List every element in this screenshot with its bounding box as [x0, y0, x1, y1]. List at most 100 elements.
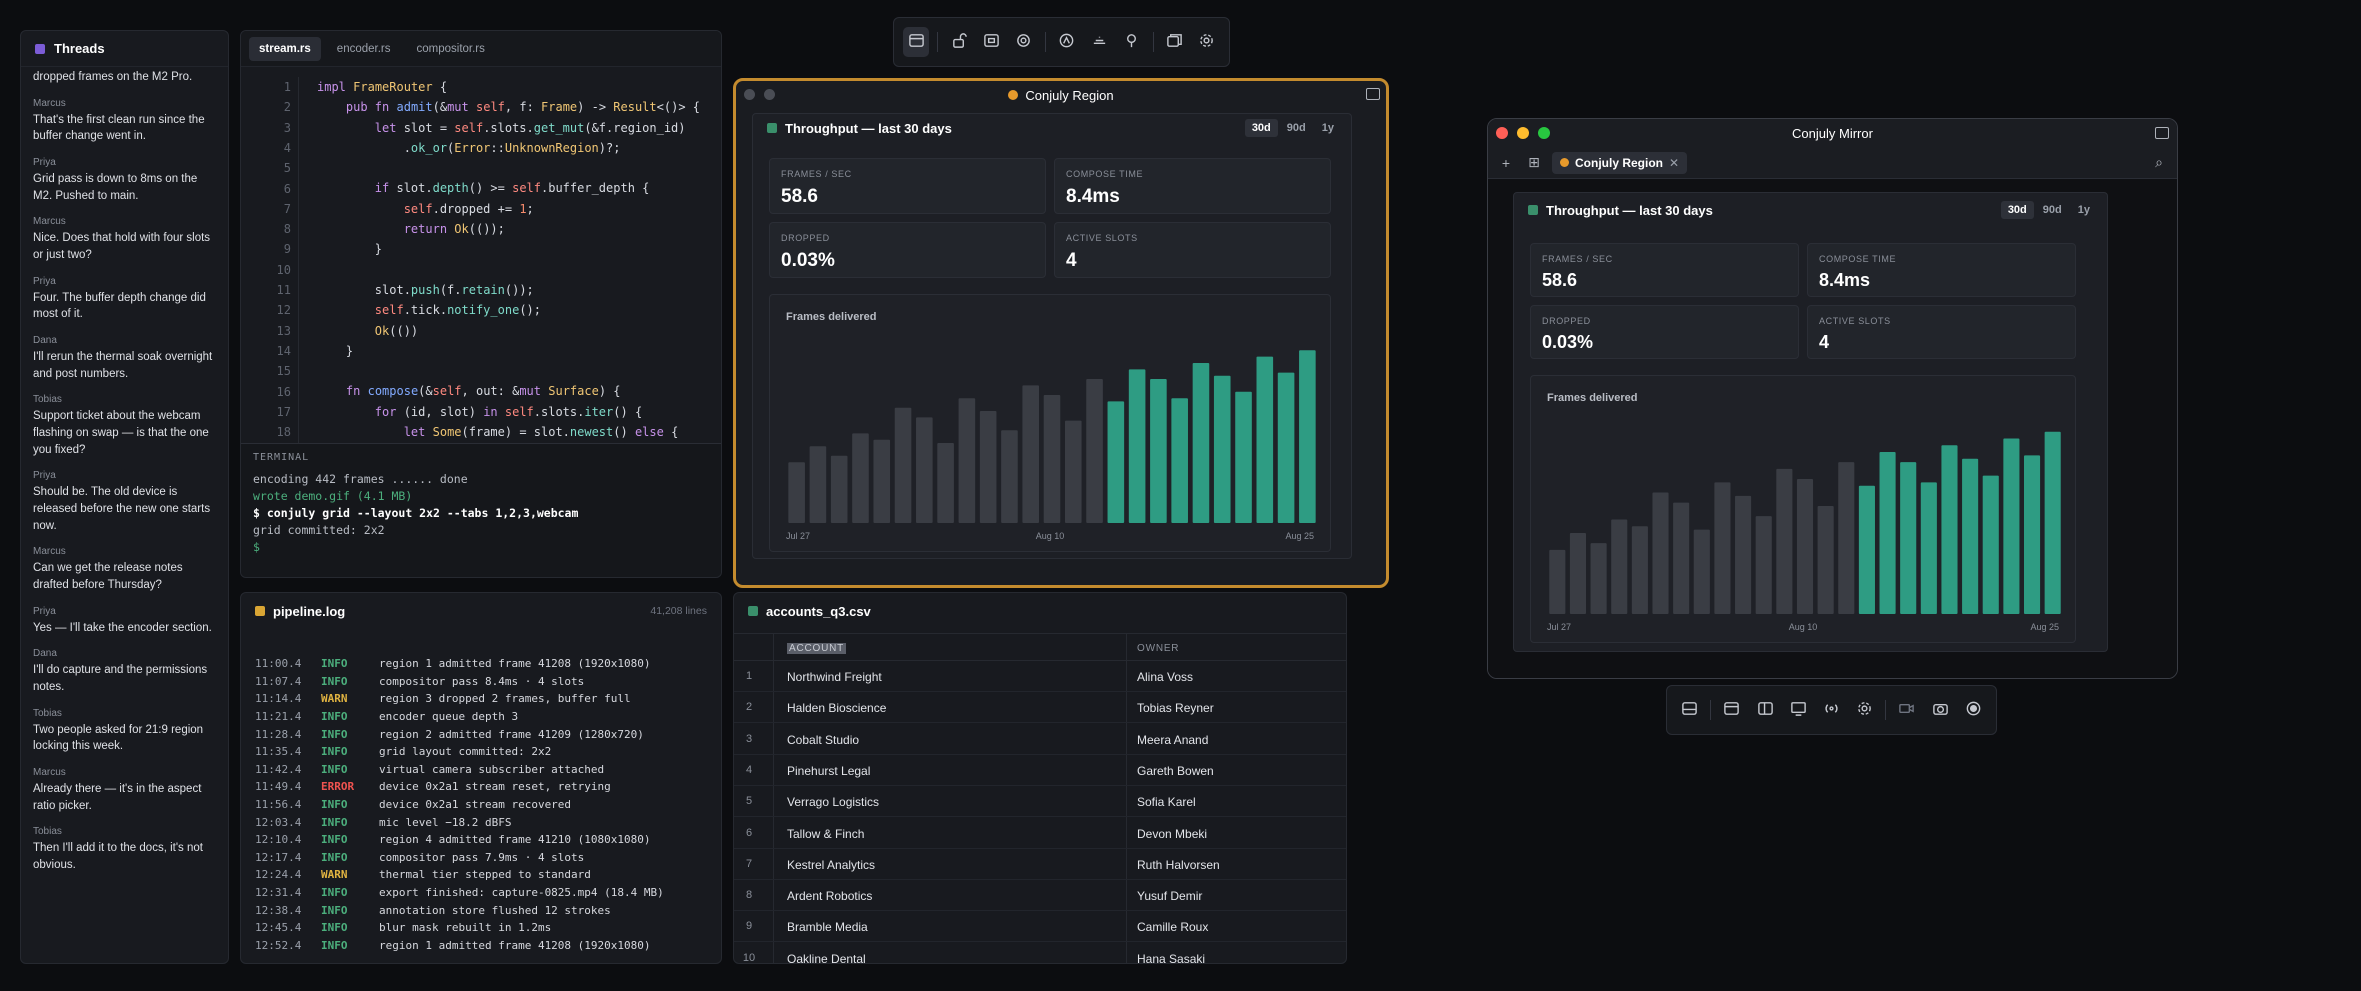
- terminal-prompt[interactable]: $: [253, 539, 709, 556]
- table-row[interactable]: 1 Northwind Freight Alina Voss: [734, 661, 1346, 692]
- log-line[interactable]: 12:52.4 INFO region 1 admitted frame 41208…: [241, 937, 721, 955]
- table-row[interactable]: 2 Halden Bioscience Tobias Reyner: [734, 692, 1346, 724]
- window-button[interactable]: [1675, 695, 1704, 725]
- log-line[interactable]: 12:10.4 INFO region 4 admitted frame 41210…: [241, 831, 721, 849]
- touch-button[interactable]: [1011, 27, 1037, 57]
- close-button[interactable]: [1496, 127, 1508, 139]
- chart-bar[interactable]: [1838, 462, 1855, 614]
- unlock-button[interactable]: [946, 27, 972, 57]
- thread-message[interactable]: Priya Yes — I'll take the encoder section…: [33, 606, 216, 637]
- chart-bar[interactable]: [1900, 462, 1917, 614]
- region-mode-button[interactable]: [903, 27, 930, 57]
- chart-bar[interactable]: [1817, 506, 1834, 614]
- crop-button[interactable]: [978, 27, 1004, 57]
- chart-bar[interactable]: [873, 439, 891, 523]
- add-tab-icon[interactable]: +: [1496, 153, 1516, 173]
- range-1y[interactable]: 1y: [1315, 119, 1341, 137]
- log-line[interactable]: 11:14.4 WARN region 3 dropped 2 frames, bu…: [241, 690, 721, 708]
- chart-bar[interactable]: [1673, 502, 1690, 614]
- thread-message[interactable]: Tobias Two people asked for 21:9 region l…: [33, 708, 216, 755]
- zoom-button[interactable]: [1538, 127, 1550, 139]
- settings-button[interactable]: [1194, 27, 1220, 57]
- tab-encoder-rs[interactable]: encoder.rs: [327, 37, 401, 61]
- chart-bar[interactable]: [1652, 492, 1669, 614]
- minimize-button[interactable]: [1517, 127, 1529, 139]
- chart-bar[interactable]: [1693, 529, 1710, 614]
- range-90d[interactable]: 90d: [1280, 119, 1313, 137]
- chart-bar[interactable]: [1107, 401, 1125, 523]
- broadcast-button[interactable]: [1817, 695, 1846, 725]
- spotlight-button[interactable]: [1118, 27, 1144, 57]
- log-line[interactable]: 11:56.4 INFO device 0x2a1 stream recovered: [241, 796, 721, 814]
- chart-bar[interactable]: [2023, 455, 2041, 614]
- log-line[interactable]: 11:28.4 INFO region 2 admitted frame 41209…: [241, 725, 721, 743]
- terminal[interactable]: TERMINAL encoding 442 frames ...... done…: [241, 443, 721, 577]
- thread-message[interactable]: Dana I'll rerun the thermal soak overnigh…: [33, 335, 216, 382]
- chart-bar[interactable]: [1235, 391, 1252, 523]
- display-button[interactable]: [1784, 695, 1813, 725]
- table-row[interactable]: 5 Verrago Logistics Sofia Karel: [734, 786, 1346, 818]
- layout-button[interactable]: [1750, 695, 1779, 725]
- table-row[interactable]: 4 Pinehurst Legal Gareth Bowen: [734, 755, 1346, 786]
- frame-button[interactable]: [1717, 695, 1746, 725]
- code-view[interactable]: 1 2 3 4 5 6 7 8 9 10 11 12 13 14 15 16 17 18 impl FrameRo…: [241, 77, 721, 467]
- chart-bar[interactable]: [1064, 420, 1082, 523]
- chart-bar[interactable]: [1569, 533, 1587, 614]
- search-icon[interactable]: ⌕: [2149, 153, 2169, 173]
- range-30d[interactable]: 30d: [1244, 119, 1278, 137]
- range-30d[interactable]: 30d: [2000, 201, 2034, 219]
- sidebar-toggle-icon[interactable]: [1366, 88, 1380, 100]
- settings-button[interactable]: [1850, 695, 1879, 725]
- minimize-dot[interactable]: [764, 89, 775, 100]
- table-row[interactable]: 7 Kestrel Analytics Ruth Halvorsen: [734, 849, 1346, 880]
- log-line[interactable]: 11:49.4 ERROR device 0x2a1 stream reset, r…: [241, 778, 721, 796]
- tab-compositor-rs[interactable]: compositor.rs: [407, 37, 495, 61]
- chart-bar[interactable]: [1982, 475, 1999, 614]
- mirror-window[interactable]: Conjuly Mirror + ⊞ Conjuly Region ✕ ⌕ Th…: [1487, 118, 2178, 679]
- close-tab-icon[interactable]: ✕: [1669, 156, 1679, 170]
- log-line[interactable]: 11:42.4 INFO virtual camera subscriber att…: [241, 761, 721, 779]
- log-line[interactable]: 12:38.4 INFO annotation store flushed 12 s…: [241, 901, 721, 919]
- chart-bar[interactable]: [1735, 495, 1752, 614]
- chart-bar[interactable]: [1192, 363, 1210, 523]
- chart-bar[interactable]: [830, 455, 848, 523]
- thread-message[interactable]: Dana I'll do capture and the permissions …: [33, 648, 216, 695]
- thread-message[interactable]: Marcus Nice. Does that hold with four slo…: [33, 216, 216, 263]
- tab-conjuly-region[interactable]: Conjuly Region ✕: [1552, 151, 1688, 174]
- column-account[interactable]: ACCOUNT: [787, 643, 847, 654]
- chart-bar[interactable]: [1001, 430, 1018, 523]
- thread-message[interactable]: Tobias Then I'll add it to the docs, it's…: [33, 826, 216, 873]
- chart-bar[interactable]: [2003, 438, 2020, 614]
- threads-message-list[interactable]: dropped frames on the M2 Pro. Marcus That'…: [21, 67, 228, 963]
- chart-bar[interactable]: [1796, 479, 1814, 614]
- chart-bar[interactable]: [1043, 395, 1061, 523]
- chart-bar[interactable]: [1631, 526, 1648, 614]
- chart-bar[interactable]: [1128, 369, 1146, 523]
- chart-bar[interactable]: [2044, 431, 2061, 614]
- chart-bar[interactable]: [1171, 398, 1188, 523]
- chart-bar[interactable]: [1213, 375, 1231, 523]
- range-1y[interactable]: 1y: [2071, 201, 2097, 219]
- log-line[interactable]: 12:24.4 WARN thermal tier stepped to stand…: [241, 866, 721, 884]
- thread-message[interactable]: Marcus Can we get the release notes draft…: [33, 546, 216, 593]
- tab-stream-rs[interactable]: stream.rs: [249, 36, 321, 61]
- region-titlebar[interactable]: Conjuly Region: [736, 81, 1386, 109]
- chart-bar[interactable]: [1086, 379, 1103, 523]
- chart-bar[interactable]: [1590, 543, 1607, 614]
- chart-bar[interactable]: [1776, 468, 1793, 614]
- mirror-titlebar[interactable]: Conjuly Mirror: [1488, 119, 2177, 147]
- chart-bar[interactable]: [1022, 385, 1040, 523]
- column-owner[interactable]: OWNER: [1137, 643, 1179, 654]
- chart-bar[interactable]: [852, 433, 869, 523]
- chart-bar[interactable]: [979, 411, 997, 523]
- thread-message[interactable]: Marcus That's the first clean run since t…: [33, 98, 216, 145]
- camera-off-button[interactable]: [1892, 695, 1921, 725]
- table-row[interactable]: 8 Ardent Robotics Yusuf Demir: [734, 880, 1346, 912]
- thread-message[interactable]: Priya Should be. The old device is releas…: [33, 470, 216, 534]
- thread-message[interactable]: Marcus Already there — it's in the aspect…: [33, 767, 216, 814]
- table-row[interactable]: 9 Bramble Media Camille Roux: [734, 911, 1346, 943]
- chart-bar[interactable]: [1549, 549, 1566, 614]
- chart-bar[interactable]: [958, 398, 976, 523]
- log-line[interactable]: 11:35.4 INFO grid layout committed: 2x2: [241, 743, 721, 761]
- thread-message[interactable]: Priya Grid pass is down to 8ms on the M2.…: [33, 157, 216, 204]
